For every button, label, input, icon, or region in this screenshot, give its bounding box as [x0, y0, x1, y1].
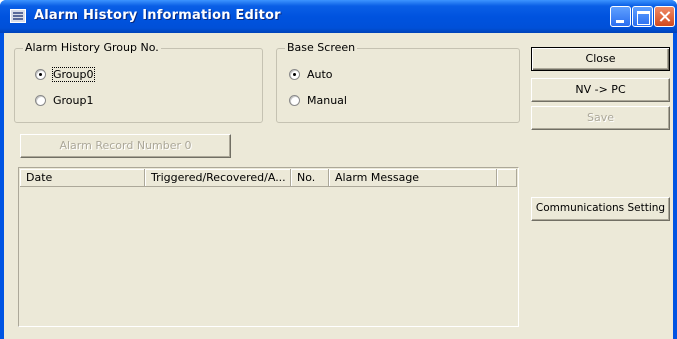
minimize-icon[interactable] — [610, 6, 631, 27]
title-bar[interactable]: Alarm History Information Editor — [0, 0, 677, 33]
column-header-date[interactable]: Date — [20, 169, 145, 187]
table-app-icon — [10, 9, 26, 23]
radio-unselected-icon — [35, 95, 46, 106]
radio-selected-icon — [35, 69, 46, 80]
radio-auto-label: Auto — [307, 68, 333, 81]
alarm-history-group-box: Alarm History Group No. Group0 Group1 — [14, 41, 263, 123]
alarm-history-group-label: Alarm History Group No. — [23, 41, 161, 54]
table-header: Date Triggered/Recovered/A... No. Alarm … — [20, 169, 517, 187]
close-button[interactable]: Close — [531, 47, 670, 71]
radio-manual-label: Manual — [307, 94, 347, 107]
maximize-icon[interactable] — [632, 6, 653, 27]
communications-setting-button[interactable]: Communications Setting — [531, 197, 670, 221]
alarm-record-number-button[interactable]: Alarm Record Number 0 — [20, 134, 231, 158]
column-header-empty[interactable] — [497, 169, 517, 187]
window-title: Alarm History Information Editor — [34, 8, 281, 23]
column-header-alarm-message[interactable]: Alarm Message — [329, 169, 497, 187]
application-window: Alarm History Information Editor Alarm H… — [0, 0, 677, 339]
column-header-no[interactable]: No. — [291, 169, 329, 187]
base-screen-group-box: Base Screen Auto Manual — [276, 41, 520, 123]
save-button[interactable]: Save — [531, 106, 670, 130]
base-screen-group-label: Base Screen — [285, 41, 358, 54]
radio-unselected-icon — [289, 95, 300, 106]
radio-group0-label: Group0 — [52, 67, 95, 82]
alarm-history-table[interactable]: Date Triggered/Recovered/A... No. Alarm … — [18, 167, 519, 327]
nv-to-pc-button[interactable]: NV -> PC — [531, 78, 670, 102]
radio-group1-label: Group1 — [53, 94, 94, 107]
column-header-triggered-recovered[interactable]: Triggered/Recovered/A... — [145, 169, 291, 187]
dialog-client-area: Alarm History Group No. Group0 Group1 Ba… — [4, 33, 673, 339]
close-window-icon[interactable] — [654, 6, 675, 27]
radio-selected-icon — [289, 69, 300, 80]
